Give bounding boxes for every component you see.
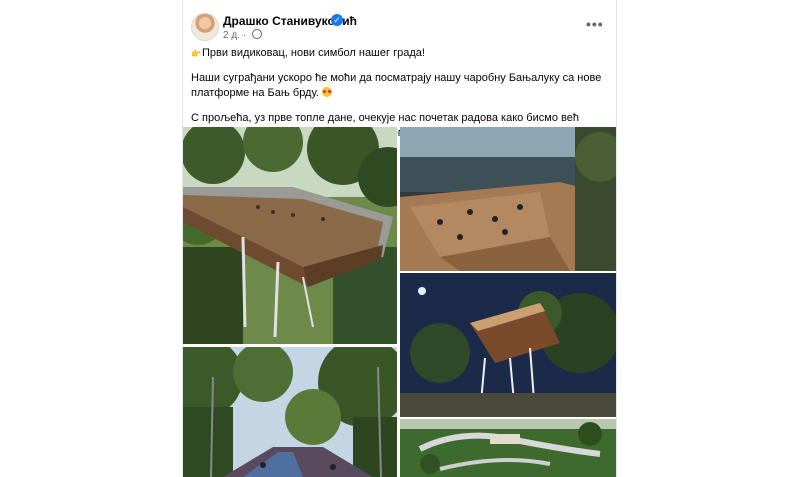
left-margin — [0, 0, 185, 477]
more-options-button[interactable]: ••• — [586, 17, 604, 31]
post-paragraph-1: 👉Први видиковац, нови симбол нашег града… — [191, 47, 425, 59]
photo-1[interactable] — [183, 127, 397, 344]
globe-icon — [251, 29, 262, 39]
photo-3[interactable] — [400, 273, 616, 417]
heart-eyes-emoji — [321, 87, 332, 97]
post-header: Драшко Станивуковић ✓ 2 д. · ••• — [183, 0, 616, 48]
post-meta: 2 д. · — [223, 29, 262, 41]
post-paragraph-2: Наши суграђани ускоро ће моћи да посматр… — [191, 72, 602, 99]
photo-2[interactable] — [400, 127, 616, 271]
photo-5[interactable] — [400, 419, 616, 477]
post-time[interactable]: 2 д. — [223, 30, 240, 41]
pointing-hand-emoji: 👉 — [191, 49, 201, 58]
facebook-post: Драшко Станивуковић ✓ 2 д. · ••• 👉Први в… — [182, 0, 617, 477]
right-margin — [615, 0, 800, 477]
photo-4[interactable] — [183, 347, 397, 477]
verified-badge-icon: ✓ — [331, 14, 343, 26]
author-avatar[interactable] — [191, 13, 219, 41]
photo-grid — [183, 127, 616, 477]
